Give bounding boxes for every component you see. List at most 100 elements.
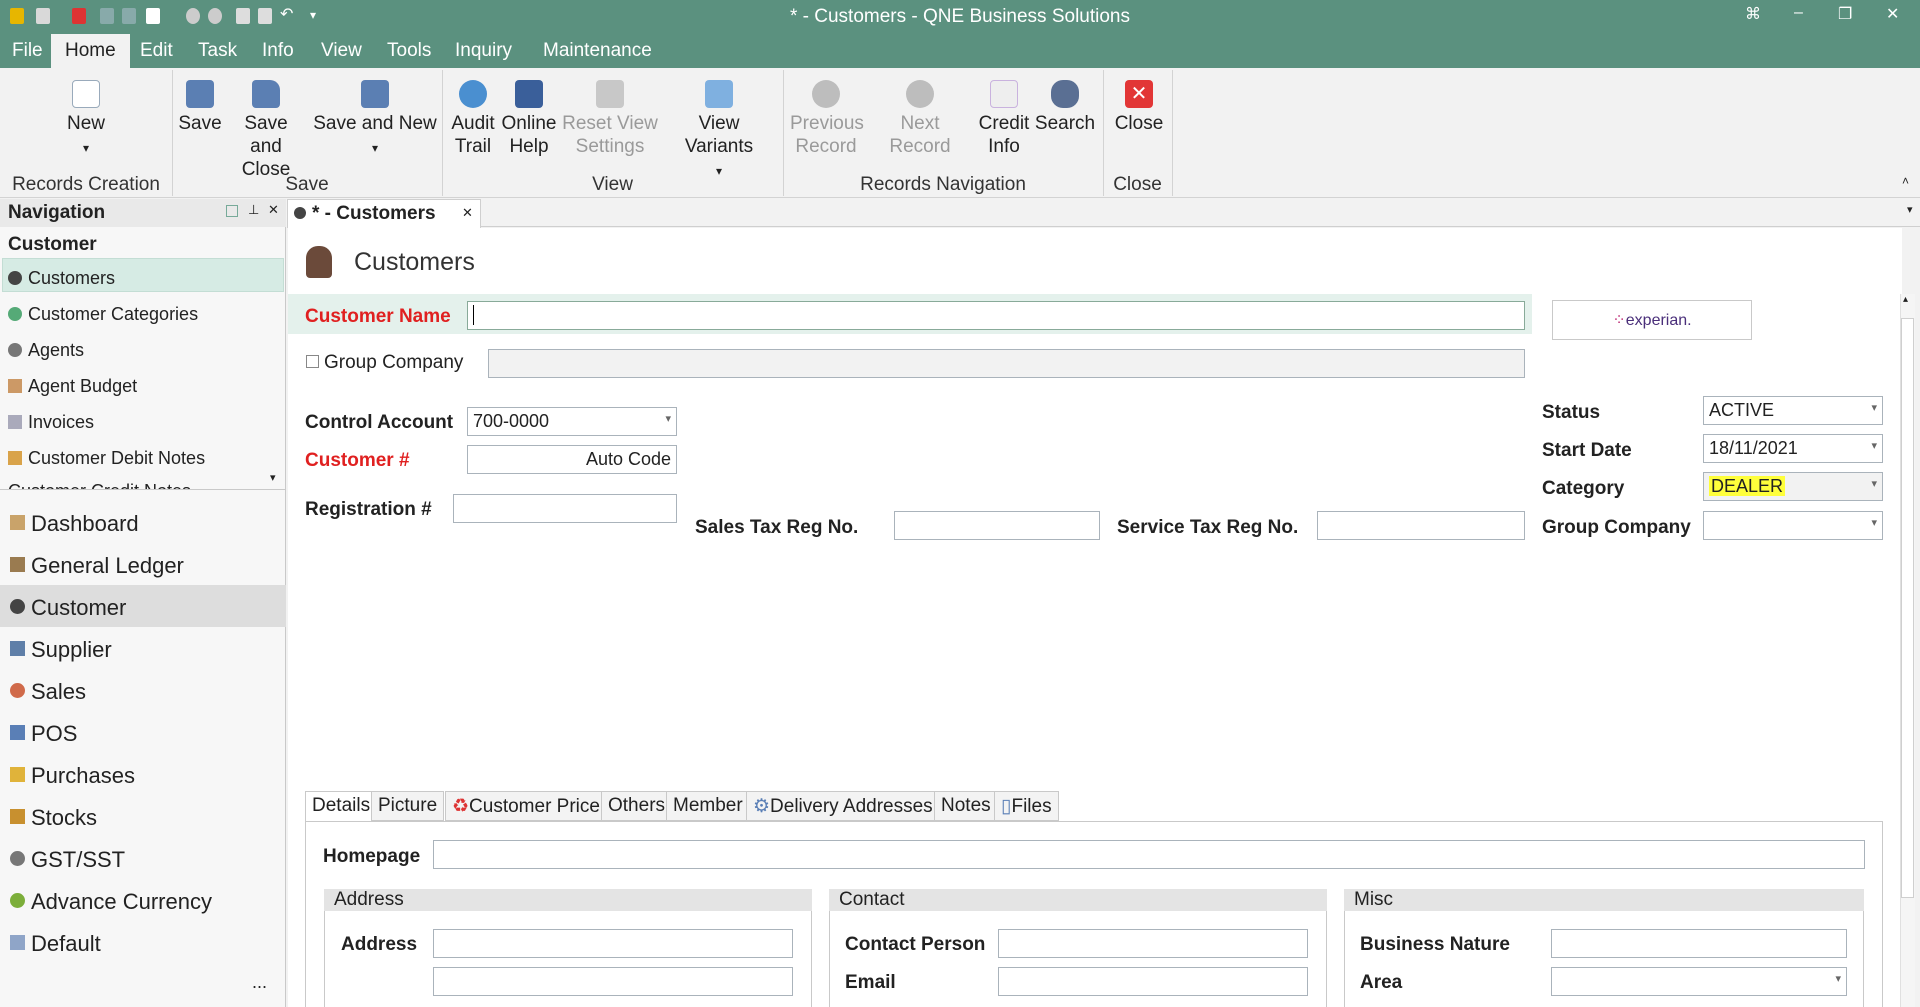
- module-stocks[interactable]: Stocks: [10, 805, 97, 831]
- tab-picture[interactable]: Picture: [371, 791, 445, 821]
- experian-button[interactable]: ⁘experian.: [1552, 300, 1752, 340]
- group-company-input[interactable]: [488, 349, 1525, 378]
- module-purchases[interactable]: Purchases: [10, 763, 135, 789]
- nav-item-customer-credit-notes[interactable]: Customer Credit Notes: [8, 481, 191, 489]
- pin-panel-icon[interactable]: ⊥: [248, 202, 259, 218]
- start-date-picker[interactable]: 18/11/2021: [1703, 434, 1883, 463]
- tab-files[interactable]: ▯Files: [994, 791, 1059, 821]
- scroll-up-icon[interactable]: ▴: [1903, 294, 1908, 305]
- menu-file[interactable]: File: [12, 40, 43, 62]
- save-icon: [186, 80, 214, 108]
- menu-maintenance[interactable]: Maintenance: [543, 40, 652, 62]
- tab-delivery-addresses[interactable]: ⚙Delivery Addresses: [746, 791, 940, 821]
- close-tab-icon[interactable]: ✕: [462, 205, 473, 221]
- currency-icon: [10, 893, 25, 908]
- module-advance-currency[interactable]: Advance Currency: [10, 889, 212, 915]
- budget-icon: [8, 379, 22, 393]
- misc-group-header: Misc: [1344, 889, 1864, 911]
- credit-info-button[interactable]: Credit Info: [976, 80, 1032, 158]
- save-new-icon: [361, 80, 389, 108]
- reset-view-settings-button[interactable]: Reset View Settings: [562, 80, 658, 158]
- tab-customer-price[interactable]: ♻Customer Price: [445, 791, 607, 821]
- nav-item-agent-budget[interactable]: Agent Budget: [8, 376, 137, 397]
- service-tax-input[interactable]: [1317, 511, 1525, 540]
- module-gst-sst[interactable]: GST/SST: [10, 847, 125, 873]
- module-dashboard[interactable]: Dashboard: [10, 511, 139, 537]
- pin-icon[interactable]: ⌘: [1745, 4, 1761, 24]
- address-label: Address: [341, 934, 418, 955]
- menu-inquiry[interactable]: Inquiry: [455, 40, 512, 62]
- sales-icon: [10, 683, 25, 698]
- sales-tax-input[interactable]: [894, 511, 1100, 540]
- customer-name-input[interactable]: [467, 301, 1525, 330]
- group-company-right-label: Group Company: [1542, 517, 1691, 538]
- online-help-button[interactable]: Online Help: [500, 80, 558, 158]
- tab-member[interactable]: Member: [666, 791, 750, 821]
- address-line-2[interactable]: [433, 967, 793, 996]
- tab-list-icon[interactable]: ▾: [1907, 203, 1913, 216]
- close-panel-icon[interactable]: ✕: [268, 202, 279, 218]
- group-company-select[interactable]: [1703, 511, 1883, 540]
- module-customer[interactable]: Customer: [10, 595, 126, 621]
- customer-no-label: Customer #: [305, 450, 410, 471]
- new-record-icon: [72, 80, 100, 108]
- close-window-icon[interactable]: ✕: [1886, 4, 1899, 24]
- dock-icon[interactable]: [226, 205, 238, 217]
- tab-customers[interactable]: * - Customers ✕: [287, 199, 481, 228]
- save-close-button[interactable]: Save and Close: [226, 80, 306, 181]
- nav-more-button[interactable]: ...: [252, 972, 267, 993]
- nav-item-invoices[interactable]: Invoices: [8, 412, 94, 433]
- maximize-icon[interactable]: ❐: [1838, 4, 1852, 24]
- customer-avatar-icon: [306, 246, 332, 278]
- customer-form: Customers Customer Name Group Company ⁘e…: [288, 228, 1915, 1007]
- nav-item-customer-debit-notes[interactable]: Customer Debit Notes: [8, 448, 205, 469]
- new-button[interactable]: New ▾: [62, 80, 110, 160]
- collapse-ribbon-icon[interactable]: ˄: [1902, 174, 1909, 188]
- customer-no-input[interactable]: Auto Code: [467, 445, 677, 474]
- nav-scroll-down-icon[interactable]: ▾: [270, 471, 276, 484]
- nav-item-agents[interactable]: Agents: [8, 340, 84, 361]
- view-variants-button[interactable]: View Variants ▾: [662, 80, 776, 183]
- next-record-button[interactable]: Next Record: [868, 80, 972, 158]
- tab-notes[interactable]: Notes: [934, 791, 998, 821]
- form-scrollbar[interactable]: ▴: [1900, 294, 1915, 1007]
- tab-details[interactable]: Details: [305, 791, 378, 822]
- tab-others[interactable]: Others: [601, 791, 673, 821]
- status-select[interactable]: ACTIVE: [1703, 396, 1883, 425]
- search-button[interactable]: Search: [1034, 80, 1096, 135]
- address-line-1[interactable]: [433, 929, 793, 958]
- module-default[interactable]: Default: [10, 931, 101, 957]
- module-pos[interactable]: POS: [10, 721, 77, 747]
- module-supplier[interactable]: Supplier: [10, 637, 112, 663]
- save-button[interactable]: Save: [177, 80, 223, 135]
- scroll-thumb[interactable]: [1901, 318, 1914, 898]
- contact-person-input[interactable]: [998, 929, 1308, 958]
- menu-view[interactable]: View: [321, 40, 362, 62]
- control-account-select[interactable]: 700-0000: [467, 407, 677, 436]
- minimize-icon[interactable]: –: [1794, 4, 1803, 22]
- menu-edit[interactable]: Edit: [140, 40, 173, 62]
- module-sales[interactable]: Sales: [10, 679, 86, 705]
- module-general-ledger[interactable]: General Ledger: [10, 553, 184, 579]
- email-input[interactable]: [998, 967, 1308, 996]
- menu-info[interactable]: Info: [262, 40, 294, 62]
- previous-record-button[interactable]: Previous Record: [790, 80, 864, 158]
- area-select[interactable]: [1551, 967, 1847, 996]
- homepage-input[interactable]: [433, 840, 1865, 869]
- group-company-checkbox[interactable]: [306, 355, 319, 368]
- nav-item-customer-categories[interactable]: Customer Categories: [8, 304, 198, 325]
- ribbon: New ▾ Save Save and Close Save and New ▾ Au…: [0, 68, 1920, 198]
- nav-item-customers[interactable]: Customers: [8, 268, 115, 289]
- group-view: View: [592, 174, 633, 195]
- audit-trail-button[interactable]: Audit Trail: [449, 80, 497, 158]
- registration-label: Registration #: [305, 499, 432, 520]
- group-save: Save: [285, 174, 329, 195]
- menu-tools[interactable]: Tools: [387, 40, 431, 62]
- registration-input[interactable]: [453, 494, 677, 523]
- business-nature-input[interactable]: [1551, 929, 1847, 958]
- category-select[interactable]: DEALER: [1703, 472, 1883, 501]
- menu-home[interactable]: Home: [51, 34, 130, 68]
- save-new-button[interactable]: Save and New ▾: [312, 80, 438, 160]
- menu-task[interactable]: Task: [198, 40, 237, 62]
- close-button[interactable]: ✕ Close: [1112, 80, 1166, 135]
